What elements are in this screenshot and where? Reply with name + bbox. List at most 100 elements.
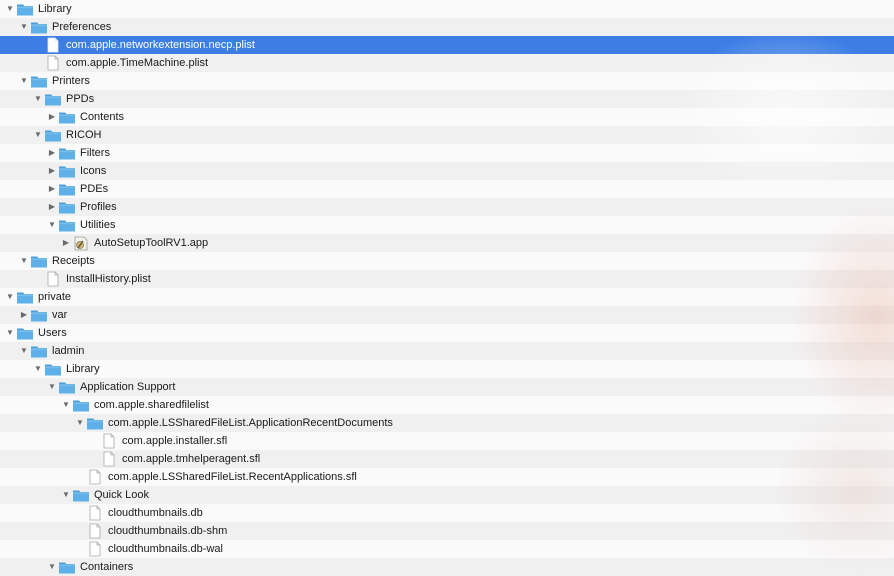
file-row[interactable]: cloudthumbnails.db-wal: [0, 540, 894, 558]
folder-row[interactable]: ▼ Library: [0, 0, 894, 18]
disclosure-triangle-down-icon[interactable]: ▼: [74, 414, 86, 432]
folder-icon: [30, 307, 48, 323]
folder-icon: [58, 379, 76, 395]
row-label: Library: [66, 363, 100, 375]
disclosure-triangle-down-icon[interactable]: ▼: [4, 0, 16, 18]
folder-icon: [44, 127, 62, 143]
file-row[interactable]: ▶ AutoSetupToolRV1.app: [0, 234, 894, 252]
folder-row[interactable]: ▼ Receipts: [0, 252, 894, 270]
row-label: com.apple.LSSharedFileList.ApplicationRe…: [108, 417, 393, 429]
folder-row[interactable]: ▶ Filters: [0, 144, 894, 162]
folder-row[interactable]: ▶ Icons: [0, 162, 894, 180]
folder-icon: [72, 397, 90, 413]
folder-icon: [44, 361, 62, 377]
document-icon: [86, 523, 104, 539]
folder-icon: [58, 163, 76, 179]
disclosure-triangle-down-icon[interactable]: ▼: [46, 216, 58, 234]
disclosure-triangle-down-icon[interactable]: ▼: [46, 558, 58, 576]
disclosure-triangle-right-icon[interactable]: ▶: [60, 234, 72, 252]
folder-row[interactable]: ▼ com.apple.sharedfilelist: [0, 396, 894, 414]
row-label: com.apple.networkextension.necp.plist: [66, 39, 255, 51]
row-label: com.apple.TimeMachine.plist: [66, 57, 209, 69]
folder-row[interactable]: ▶ Contents: [0, 108, 894, 126]
folder-row[interactable]: ▶ PDEs: [0, 180, 894, 198]
row-label: private: [38, 291, 72, 303]
folder-icon: [58, 199, 76, 215]
folder-row[interactable]: ▼ Library: [0, 360, 894, 378]
file-row[interactable]: com.apple.networkextension.necp.plist: [0, 36, 894, 54]
folder-icon: [16, 289, 34, 305]
folder-icon: [72, 487, 90, 503]
row-label: cloudthumbnails.db-shm: [108, 525, 228, 537]
file-row[interactable]: InstallHistory.plist: [0, 270, 894, 288]
row-label: com.apple.installer.sfl: [122, 435, 228, 447]
row-label: Users: [38, 327, 67, 339]
row-label: Library: [38, 3, 72, 15]
folder-row[interactable]: ▼ RICOH: [0, 126, 894, 144]
document-icon: [100, 451, 118, 467]
row-label: Preferences: [52, 21, 112, 33]
document-icon: [44, 37, 62, 53]
folder-icon: [16, 1, 34, 17]
folder-row[interactable]: ▼ Preferences: [0, 18, 894, 36]
row-label: com.apple.LSSharedFileList.RecentApplica…: [108, 471, 357, 483]
disclosure-triangle-right-icon[interactable]: ▶: [46, 144, 58, 162]
disclosure-triangle-right-icon[interactable]: ▶: [46, 198, 58, 216]
folder-row[interactable]: ▼ PPDs: [0, 90, 894, 108]
file-row[interactable]: com.apple.tmhelperagent.sfl: [0, 450, 894, 468]
folder-icon: [30, 253, 48, 269]
folder-icon: [86, 415, 104, 431]
file-row[interactable]: com.apple.LSSharedFileList.RecentApplica…: [0, 468, 894, 486]
folder-row[interactable]: ▶ var: [0, 306, 894, 324]
row-label: Application Support: [80, 381, 176, 393]
document-icon: [86, 541, 104, 557]
folder-row[interactable]: ▼ private: [0, 288, 894, 306]
row-label: Icons: [80, 165, 107, 177]
file-row[interactable]: cloudthumbnails.db-shm: [0, 522, 894, 540]
disclosure-triangle-right-icon[interactable]: ▶: [46, 180, 58, 198]
row-label: Utilities: [80, 219, 116, 231]
file-row[interactable]: com.apple.TimeMachine.plist: [0, 54, 894, 72]
disclosure-triangle-down-icon[interactable]: ▼: [32, 90, 44, 108]
folder-icon: [58, 217, 76, 233]
folder-row[interactable]: ▼ Printers: [0, 72, 894, 90]
disclosure-triangle-right-icon[interactable]: ▶: [46, 162, 58, 180]
disclosure-triangle-right-icon[interactable]: ▶: [18, 306, 30, 324]
row-label: cloudthumbnails.db-wal: [108, 543, 223, 555]
file-row[interactable]: com.apple.installer.sfl: [0, 432, 894, 450]
disclosure-triangle-down-icon[interactable]: ▼: [60, 396, 72, 414]
application-icon: [72, 235, 90, 251]
row-label: InstallHistory.plist: [66, 273, 151, 285]
folder-row[interactable]: ▼ Users: [0, 324, 894, 342]
folder-row[interactable]: ▼ Utilities: [0, 216, 894, 234]
disclosure-triangle-down-icon[interactable]: ▼: [32, 126, 44, 144]
disclosure-triangle-down-icon[interactable]: ▼: [4, 288, 16, 306]
row-label: Filters: [80, 147, 110, 159]
folder-row[interactable]: ▼ Containers: [0, 558, 894, 576]
disclosure-triangle-down-icon[interactable]: ▼: [4, 324, 16, 342]
row-label: Quick Look: [94, 489, 150, 501]
folder-row[interactable]: ▼ Quick Look: [0, 486, 894, 504]
disclosure-triangle-down-icon[interactable]: ▼: [60, 486, 72, 504]
disclosure-triangle-down-icon[interactable]: ▼: [46, 378, 58, 396]
row-label: PPDs: [66, 93, 95, 105]
folder-icon: [58, 145, 76, 161]
disclosure-triangle-down-icon[interactable]: ▼: [18, 252, 30, 270]
folder-row[interactable]: ▼ com.apple.LSSharedFileList.ApplicationR…: [0, 414, 894, 432]
folder-row[interactable]: ▼ ladmin: [0, 342, 894, 360]
file-row[interactable]: cloudthumbnails.db: [0, 504, 894, 522]
row-label: ladmin: [52, 345, 85, 357]
row-label: com.apple.tmhelperagent.sfl: [122, 453, 261, 465]
folder-row[interactable]: ▼ Application Support: [0, 378, 894, 396]
disclosure-triangle-down-icon[interactable]: ▼: [32, 360, 44, 378]
row-label: Containers: [80, 561, 134, 573]
disclosure-triangle-down-icon[interactable]: ▼: [18, 18, 30, 36]
disclosure-triangle-right-icon[interactable]: ▶: [46, 108, 58, 126]
row-label: Contents: [80, 111, 125, 123]
file-tree: ▼ Library ▼ Preferences com.apple.networkext…: [0, 0, 894, 576]
folder-icon: [16, 325, 34, 341]
disclosure-triangle-down-icon[interactable]: ▼: [18, 342, 30, 360]
disclosure-triangle-down-icon[interactable]: ▼: [18, 72, 30, 90]
folder-icon: [58, 181, 76, 197]
folder-row[interactable]: ▶ Profiles: [0, 198, 894, 216]
